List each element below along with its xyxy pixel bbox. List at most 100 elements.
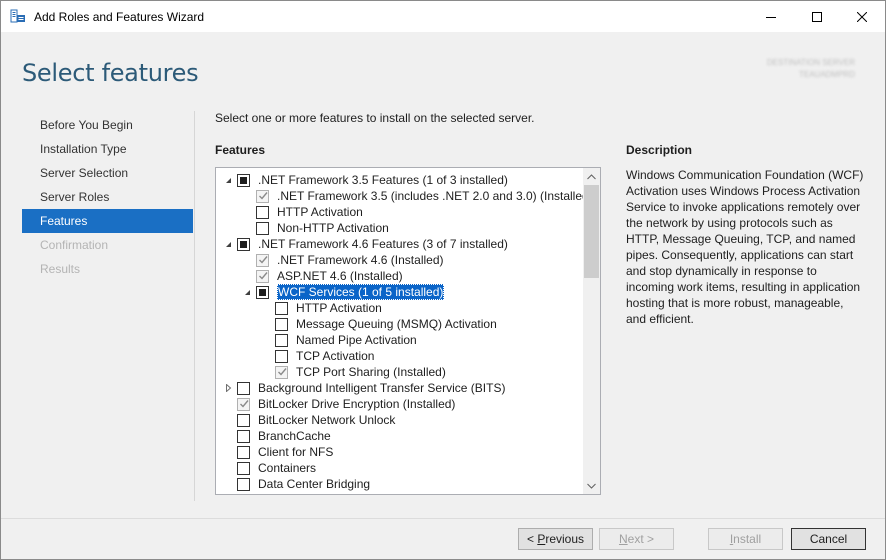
- feature-label[interactable]: Named Pipe Activation: [296, 332, 417, 348]
- feature-label[interactable]: Background Intelligent Transfer Service …: [258, 380, 505, 396]
- collapse-arrow-icon[interactable]: [242, 284, 252, 300]
- footer-divider: [1, 518, 885, 519]
- features-tree[interactable]: .NET Framework 3.5 Features (1 of 3 inst…: [215, 167, 601, 495]
- nav-item-server-selection[interactable]: Server Selection: [22, 161, 193, 185]
- destination-server-name: TEAUADMPRD: [798, 70, 855, 79]
- feature-row[interactable]: BranchCache: [216, 428, 584, 444]
- feature-row[interactable]: Data Center Bridging: [216, 476, 584, 492]
- minimize-button[interactable]: [748, 1, 794, 32]
- scroll-down-button[interactable]: [583, 477, 600, 494]
- expand-arrow-icon[interactable]: [223, 380, 233, 396]
- feature-row[interactable]: Message Queuing (MSMQ) Activation: [216, 316, 584, 332]
- feature-label[interactable]: Data Center Bridging: [258, 476, 370, 492]
- feature-label[interactable]: .NET Framework 4.6 Features (3 of 7 inst…: [258, 236, 508, 252]
- feature-row[interactable]: HTTP Activation: [216, 204, 584, 220]
- feature-label[interactable]: TCP Port Sharing (Installed): [296, 364, 446, 380]
- install-rest: nstall: [733, 532, 762, 546]
- feature-label[interactable]: Non-HTTP Activation: [277, 220, 389, 236]
- wizard-header: Select features DESTINATION SERVER TEAUA…: [1, 32, 885, 103]
- nav-item-server-roles[interactable]: Server Roles: [22, 185, 193, 209]
- feature-row[interactable]: Non-HTTP Activation: [216, 220, 584, 236]
- nav-item-results: Results: [40, 262, 81, 276]
- next-rest: ext: [627, 532, 644, 546]
- maximize-button[interactable]: [794, 1, 840, 32]
- feature-row[interactable]: Background Intelligent Transfer Service …: [216, 380, 584, 396]
- installed-checkbox: [237, 398, 250, 411]
- installed-checkbox: [275, 366, 288, 379]
- feature-checkbox[interactable]: [237, 446, 250, 459]
- feature-label[interactable]: .NET Framework 3.5 (includes .NET 2.0 an…: [277, 188, 593, 204]
- cancel-button[interactable]: Cancel: [791, 528, 866, 550]
- window-title: Add Roles and Features Wizard: [34, 10, 205, 24]
- nav-divider: [194, 111, 195, 501]
- collapse-arrow-icon[interactable]: [223, 172, 233, 188]
- feature-label[interactable]: .NET Framework 4.6 (Installed): [277, 252, 444, 268]
- scroll-up-button[interactable]: [583, 168, 600, 185]
- feature-label[interactable]: .NET Framework 3.5 Features (1 of 3 inst…: [258, 172, 508, 188]
- scroll-thumb[interactable]: [584, 185, 599, 278]
- feature-row[interactable]: .NET Framework 4.6 (Installed): [216, 252, 584, 268]
- feature-row[interactable]: .NET Framework 3.5 (includes .NET 2.0 an…: [216, 188, 593, 204]
- feature-label[interactable]: HTTP Activation: [277, 204, 363, 220]
- feature-checkbox[interactable]: [237, 414, 250, 427]
- feature-label[interactable]: HTTP Activation: [296, 300, 382, 316]
- title-bar[interactable]: Add Roles and Features Wizard: [1, 1, 885, 32]
- installed-checkbox: [256, 270, 269, 283]
- feature-checkbox[interactable]: [237, 462, 250, 475]
- feature-checkbox[interactable]: [237, 478, 250, 491]
- feature-checkbox[interactable]: [275, 334, 288, 347]
- next-suffix: >: [643, 532, 655, 546]
- feature-row[interactable]: BitLocker Network Unlock: [216, 412, 584, 428]
- partial-checkbox[interactable]: [256, 286, 269, 299]
- feature-label[interactable]: TCP Activation: [296, 348, 374, 364]
- features-heading: Features: [215, 143, 266, 157]
- feature-row[interactable]: WCF Services (1 of 5 installed): [216, 284, 584, 300]
- feature-row[interactable]: Containers: [216, 460, 584, 476]
- nav-item-features[interactable]: Features: [22, 209, 193, 233]
- feature-row[interactable]: BitLocker Drive Encryption (Installed): [216, 396, 584, 412]
- description-text: Windows Communication Foundation (WCF) A…: [626, 168, 864, 326]
- feature-label[interactable]: BitLocker Network Unlock: [258, 412, 395, 428]
- installed-checkbox: [256, 190, 269, 203]
- feature-row[interactable]: TCP Port Sharing (Installed): [216, 364, 584, 380]
- feature-row[interactable]: .NET Framework 4.6 Features (3 of 7 inst…: [216, 236, 584, 252]
- previous-prefix: <: [526, 532, 538, 546]
- feature-label[interactable]: ASP.NET 4.6 (Installed): [277, 268, 403, 284]
- next-mnemonic: N: [618, 532, 628, 546]
- close-button[interactable]: [839, 1, 885, 32]
- feature-checkbox[interactable]: [256, 206, 269, 219]
- feature-checkbox[interactable]: [275, 302, 288, 315]
- server-manager-icon: [10, 9, 26, 24]
- feature-checkbox[interactable]: [275, 350, 288, 363]
- page-title: Select features: [22, 59, 199, 87]
- tree-scrollbar[interactable]: [583, 168, 600, 494]
- nav-item-confirmation: Confirmation: [40, 238, 109, 252]
- feature-label[interactable]: WCF Services (1 of 5 installed): [277, 284, 445, 300]
- collapse-arrow-icon[interactable]: [223, 236, 233, 252]
- feature-row[interactable]: TCP Activation: [216, 348, 584, 364]
- feature-label[interactable]: BranchCache: [258, 428, 331, 444]
- partial-checkbox[interactable]: [237, 174, 250, 187]
- features-tree-rows: .NET Framework 3.5 Features (1 of 3 inst…: [216, 172, 593, 492]
- install-button: Install: [708, 528, 783, 550]
- wizard-nav: Before You Begin Installation Type Serve…: [22, 113, 193, 281]
- feature-label[interactable]: BitLocker Drive Encryption (Installed): [258, 396, 455, 412]
- partial-checkbox[interactable]: [237, 238, 250, 251]
- feature-row[interactable]: ASP.NET 4.6 (Installed): [216, 268, 584, 284]
- nav-item-before-you-begin[interactable]: Before You Begin: [22, 113, 193, 137]
- feature-row[interactable]: .NET Framework 3.5 Features (1 of 3 inst…: [216, 172, 584, 188]
- previous-button[interactable]: < Previous: [518, 528, 593, 550]
- feature-row[interactable]: Named Pipe Activation: [216, 332, 584, 348]
- feature-checkbox[interactable]: [237, 430, 250, 443]
- wizard-window: Add Roles and Features Wizard Select fea…: [0, 0, 886, 560]
- feature-checkbox[interactable]: [275, 318, 288, 331]
- feature-row[interactable]: HTTP Activation: [216, 300, 584, 316]
- destination-server-label: DESTINATION SERVER: [766, 58, 855, 67]
- feature-label[interactable]: Message Queuing (MSMQ) Activation: [296, 316, 497, 332]
- feature-label[interactable]: Containers: [258, 460, 316, 476]
- nav-item-installation-type[interactable]: Installation Type: [22, 137, 193, 161]
- feature-label[interactable]: Client for NFS: [258, 444, 333, 460]
- feature-row[interactable]: Client for NFS: [216, 444, 584, 460]
- feature-checkbox[interactable]: [256, 222, 269, 235]
- feature-checkbox[interactable]: [237, 382, 250, 395]
